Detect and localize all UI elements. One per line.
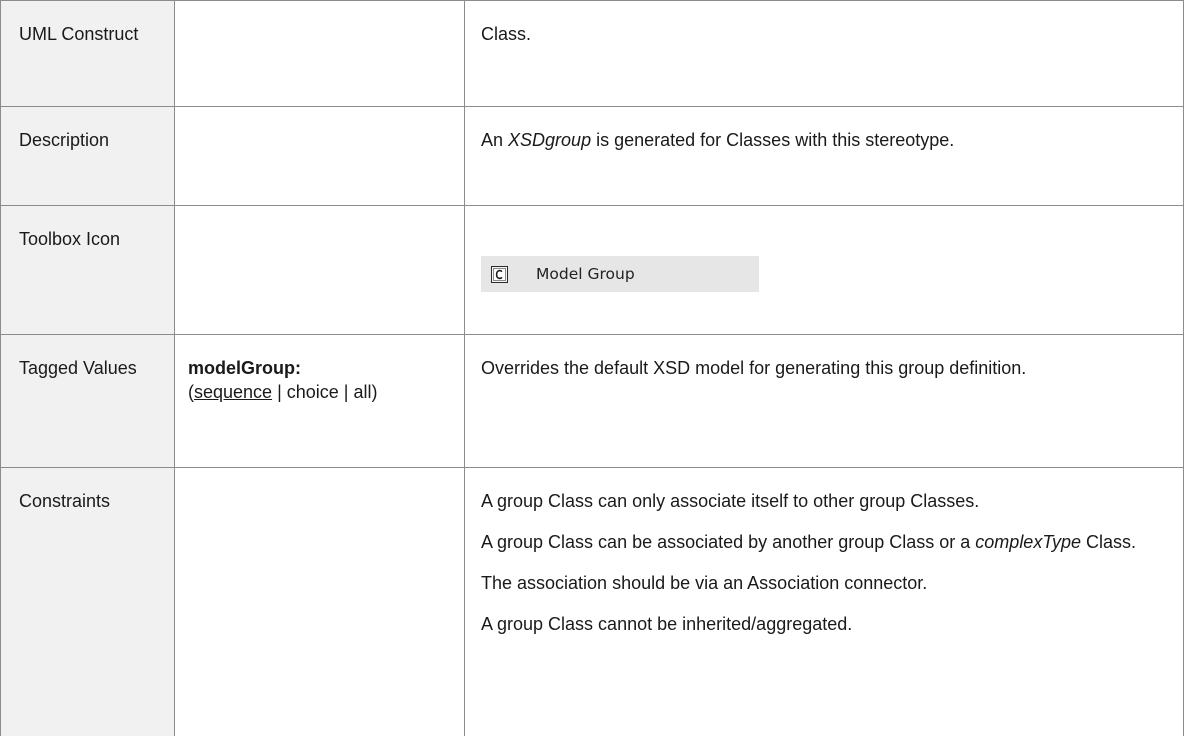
tag-options: (sequence | choice | all) bbox=[188, 382, 378, 402]
constraint-4: A group Class cannot be inherited/aggreg… bbox=[481, 614, 853, 634]
constraint-1: A group Class can only associate itself … bbox=[481, 491, 980, 511]
row-label-description: Description bbox=[19, 130, 110, 150]
toolbox-model-group-item: Model Group bbox=[481, 256, 759, 292]
tag-default-option: sequence bbox=[194, 382, 273, 402]
row-label-toolbox-icon: Toolbox Icon bbox=[19, 229, 121, 249]
row-label-uml-construct: UML Construct bbox=[19, 24, 139, 44]
complextype-term: complexType bbox=[975, 532, 1082, 552]
constraint-3: The association should be via an Associa… bbox=[481, 573, 928, 593]
stereotype-table: UML Construct Class. Description An XSDg… bbox=[0, 0, 1184, 736]
class-c-icon bbox=[491, 265, 508, 283]
tag-name-modelgroup: modelGroup: bbox=[188, 358, 301, 378]
row-description: Description An XSDgroup is generated for… bbox=[0, 106, 1184, 206]
row-tagged-values: Tagged Values modelGroup: (sequence | ch… bbox=[0, 334, 1184, 468]
description-text: An XSDgroup is generated for Classes wit… bbox=[481, 130, 955, 150]
row-toolbox-icon: Toolbox Icon Model Group bbox=[0, 205, 1184, 335]
row-uml-construct: UML Construct Class. bbox=[0, 0, 1184, 107]
row-label-tagged-values: Tagged Values bbox=[19, 358, 137, 378]
tagged-values-description: Overrides the default XSD model for gene… bbox=[481, 358, 1027, 378]
uml-construct-value: Class. bbox=[481, 24, 532, 44]
constraint-2: A group Class can be associated by anoth… bbox=[481, 532, 1137, 552]
toolbox-item-label: Model Group bbox=[536, 265, 635, 283]
row-constraints: Constraints A group Class can only assoc… bbox=[0, 467, 1184, 736]
row-label-constraints: Constraints bbox=[19, 491, 111, 511]
xsdgroup-term: XSDgroup bbox=[508, 130, 592, 150]
